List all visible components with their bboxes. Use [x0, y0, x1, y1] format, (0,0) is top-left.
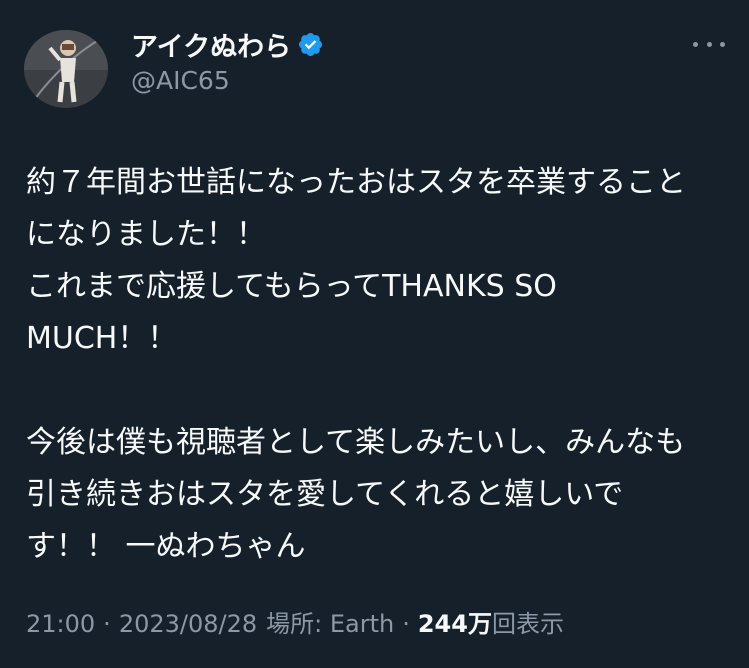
tweet-card: アイクぬわら @AIC65 約７年間お世話になったおはスタを卒業すること になり… — [0, 0, 749, 668]
meta-separator: · — [103, 610, 111, 638]
tweet-paragraph-2: 今後は僕も視聴者として楽しみたいし、みんなも 引き続きおはスタを愛してくれると嬉… — [26, 425, 686, 564]
tweet-date[interactable]: 2023/08/28 — [119, 610, 257, 638]
user-handle[interactable]: @AIC65 — [131, 66, 230, 95]
avatar[interactable] — [24, 30, 108, 108]
views-label: 回表示 — [491, 610, 564, 638]
tweet-location: 場所: Earth — [266, 610, 395, 638]
meta-separator: · — [402, 610, 410, 638]
tweet-meta: 21:00 · 2023/08/28 場所: Earth · 244 万 回表示 — [26, 604, 564, 639]
tweet-text: 約７年間お世話になったおはスタを卒業すること になりました！！ これまで応援して… — [26, 157, 726, 573]
more-dot — [720, 41, 725, 47]
more-dot — [693, 41, 698, 47]
name-row: アイクぬわら — [131, 25, 324, 64]
views-count: 244 — [417, 610, 468, 638]
display-name[interactable]: アイクぬわら — [131, 25, 291, 64]
tweet-time[interactable]: 21:00 — [26, 610, 95, 638]
more-dot — [706, 41, 712, 47]
more-options-icon[interactable] — [693, 32, 725, 56]
views-unit: 万 — [467, 610, 492, 638]
profile-photo-icon — [24, 30, 108, 108]
tweet-paragraph-1: 約７年間お世話になったおはスタを卒業すること になりました！！ これまで応援して… — [26, 165, 686, 356]
verified-badge-icon — [297, 31, 324, 58]
